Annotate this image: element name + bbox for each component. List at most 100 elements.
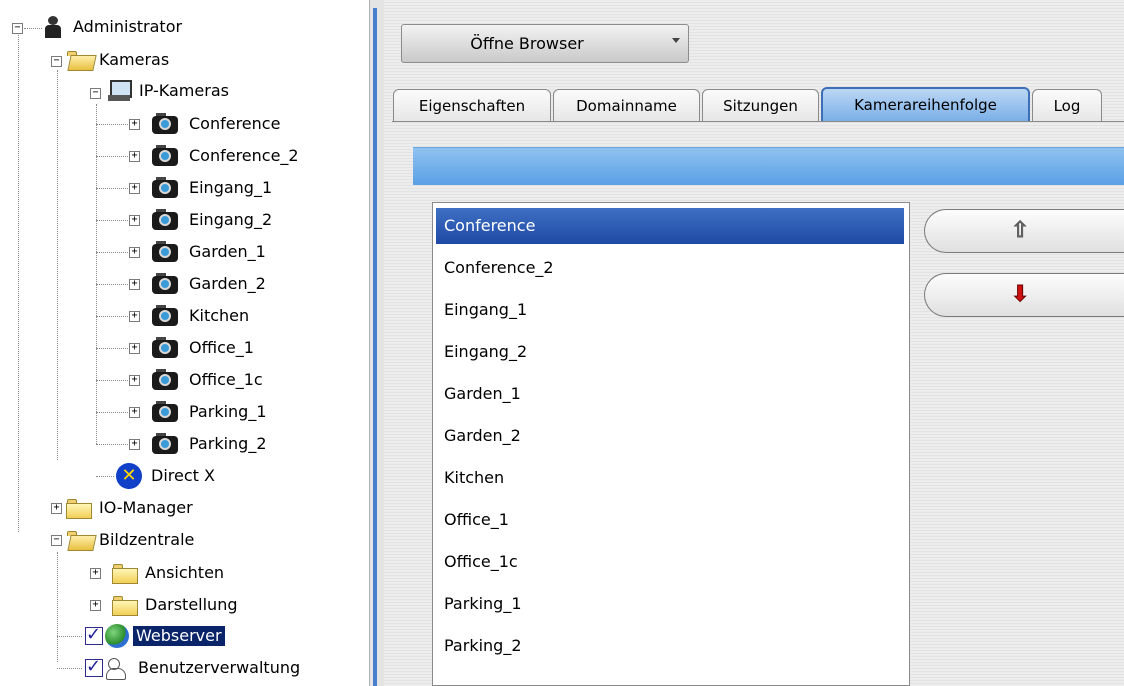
tab-domainname[interactable]: Domainname: [553, 89, 700, 122]
expand-icon[interactable]: +: [129, 439, 140, 450]
section-header-bar: [413, 147, 1124, 185]
tree-item-label: Parking_2: [189, 434, 267, 453]
tree-item-ip-kameras[interactable]: IP-Kameras: [106, 76, 232, 106]
folder-open-icon: [66, 50, 97, 71]
tree-item-camera[interactable]: Conference: [152, 109, 283, 139]
expand-icon[interactable]: +: [129, 183, 140, 194]
tree-item-io-manager[interactable]: IO-Manager: [66, 493, 196, 523]
tree-item-kameras[interactable]: Kameras: [66, 45, 172, 75]
tree-item-label: IP-Kameras: [139, 81, 229, 100]
expand-icon[interactable]: +: [129, 375, 140, 386]
tree-item-administrator[interactable]: Administrator: [44, 12, 185, 42]
open-browser-button[interactable]: Öffne Browser: [401, 24, 689, 63]
tree-item-label: Webserver: [133, 626, 225, 646]
tree-line: [96, 104, 97, 444]
tree-item-label: Kameras: [99, 50, 170, 69]
camera-icon: [152, 209, 180, 231]
tree-item-camera[interactable]: Eingang_2: [152, 205, 275, 235]
tree-item-label: Garden_1: [189, 242, 266, 261]
list-item[interactable]: Garden_2: [436, 418, 904, 454]
tree-item-direct-x[interactable]: Direct X: [116, 461, 218, 491]
tree-line: [18, 32, 19, 532]
tree-item-camera[interactable]: Parking_2: [152, 429, 270, 459]
arrow-down-icon: ⬇: [1010, 282, 1030, 307]
list-item[interactable]: Kitchen: [436, 460, 904, 496]
tree-item-bildzentrale[interactable]: Bildzentrale: [66, 525, 197, 555]
camera-icon: [152, 369, 180, 391]
dropdown-arrow-icon[interactable]: [672, 38, 680, 43]
tree-item-label: Ansichten: [145, 563, 225, 582]
list-item[interactable]: Conference_2: [436, 250, 904, 286]
list-item[interactable]: Eingang_2: [436, 334, 904, 370]
camera-icon: [152, 241, 180, 263]
tree-item-label: Bildzentrale: [99, 530, 195, 549]
expand-icon[interactable]: +: [90, 600, 101, 611]
expand-icon[interactable]: +: [129, 279, 140, 290]
tree-item-label: Eingang_2: [189, 210, 273, 229]
user-icon: [44, 16, 62, 38]
navigation-tree: − Administrator − Kameras − IP-Kameras C…: [0, 0, 369, 686]
tree-item-darstellung[interactable]: Darstellung: [112, 590, 240, 620]
expand-icon[interactable]: +: [129, 343, 140, 354]
tree-item-label: Conference_2: [189, 146, 299, 165]
expand-icon[interactable]: +: [51, 503, 62, 514]
tree-item-camera[interactable]: Office_1: [152, 333, 257, 363]
expand-icon[interactable]: +: [129, 247, 140, 258]
camera-order-list[interactable]: Conference Conference_2 Eingang_1 Eingang_2…: [432, 202, 910, 686]
expand-icon[interactable]: +: [90, 568, 101, 579]
tree-item-label: Garden_2: [189, 274, 266, 293]
tab-log[interactable]: Log: [1032, 89, 1102, 122]
expand-icon[interactable]: +: [129, 407, 140, 418]
expand-icon[interactable]: +: [129, 119, 140, 130]
collapse-icon[interactable]: −: [12, 23, 23, 34]
tree-item-label: Conference: [189, 114, 281, 133]
tree-item-camera[interactable]: Eingang_1: [152, 173, 275, 203]
list-item[interactable]: Office_1: [436, 502, 904, 538]
list-item[interactable]: Garden_1: [436, 376, 904, 412]
camera-icon: [152, 145, 180, 167]
list-item[interactable]: Parking_2: [436, 628, 904, 664]
tree-item-camera[interactable]: Conference_2: [152, 141, 302, 171]
tab-sitzungen[interactable]: Sitzungen: [702, 89, 819, 122]
tree-item-camera[interactable]: Garden_2: [152, 269, 269, 299]
camera-icon: [152, 337, 180, 359]
globe-icon: [105, 624, 129, 648]
tree-item-camera[interactable]: Kitchen: [152, 301, 252, 331]
expand-icon[interactable]: +: [129, 151, 140, 162]
list-item[interactable]: Conference: [436, 208, 904, 244]
tree-item-label: Parking_1: [189, 402, 267, 421]
move-up-button[interactable]: ⇧: [924, 209, 1124, 253]
checkbox-checked-icon[interactable]: [85, 656, 103, 677]
move-down-button[interactable]: ⬇: [924, 273, 1124, 317]
tree-item-label: Eingang_1: [189, 178, 273, 197]
camera-icon: [152, 305, 180, 327]
directx-icon: [116, 463, 142, 489]
tab-kamerareihenfolge[interactable]: Kamerareihenfolge: [821, 87, 1030, 122]
tree-item-webserver[interactable]: Webserver: [85, 621, 225, 651]
tree-item-label: Darstellung: [145, 595, 238, 614]
tree-item-camera[interactable]: Garden_1: [152, 237, 269, 267]
expand-icon[interactable]: +: [129, 311, 140, 322]
collapse-icon[interactable]: −: [90, 88, 101, 99]
tree-line: [57, 70, 58, 460]
tree-item-camera[interactable]: Parking_1: [152, 397, 270, 427]
camera-icon: [152, 433, 180, 455]
tree-line: [57, 552, 58, 662]
tree-item-label: IO-Manager: [99, 498, 193, 517]
expand-icon[interactable]: +: [129, 215, 140, 226]
panel-splitter[interactable]: [369, 0, 384, 686]
content-panel: Öffne Browser Eigenschaften Domainname S…: [384, 0, 1124, 686]
arrow-up-icon: ⇧: [1010, 218, 1030, 243]
tree-item-label: Direct X: [151, 466, 215, 485]
tab-eigenschaften[interactable]: Eigenschaften: [393, 89, 551, 122]
checkbox-checked-icon[interactable]: [85, 624, 103, 645]
list-item[interactable]: Eingang_1: [436, 292, 904, 328]
tree-item-ansichten[interactable]: Ansichten: [112, 558, 227, 588]
tree-item-camera[interactable]: Office_1c: [152, 365, 266, 395]
collapse-icon[interactable]: −: [51, 535, 62, 546]
collapse-icon[interactable]: −: [51, 56, 62, 67]
list-item[interactable]: Office_1c: [436, 544, 904, 580]
tree-item-benutzerverwaltung[interactable]: Benutzerverwaltung: [85, 653, 303, 683]
list-item[interactable]: Parking_1: [436, 586, 904, 622]
folder-icon: [112, 595, 138, 616]
